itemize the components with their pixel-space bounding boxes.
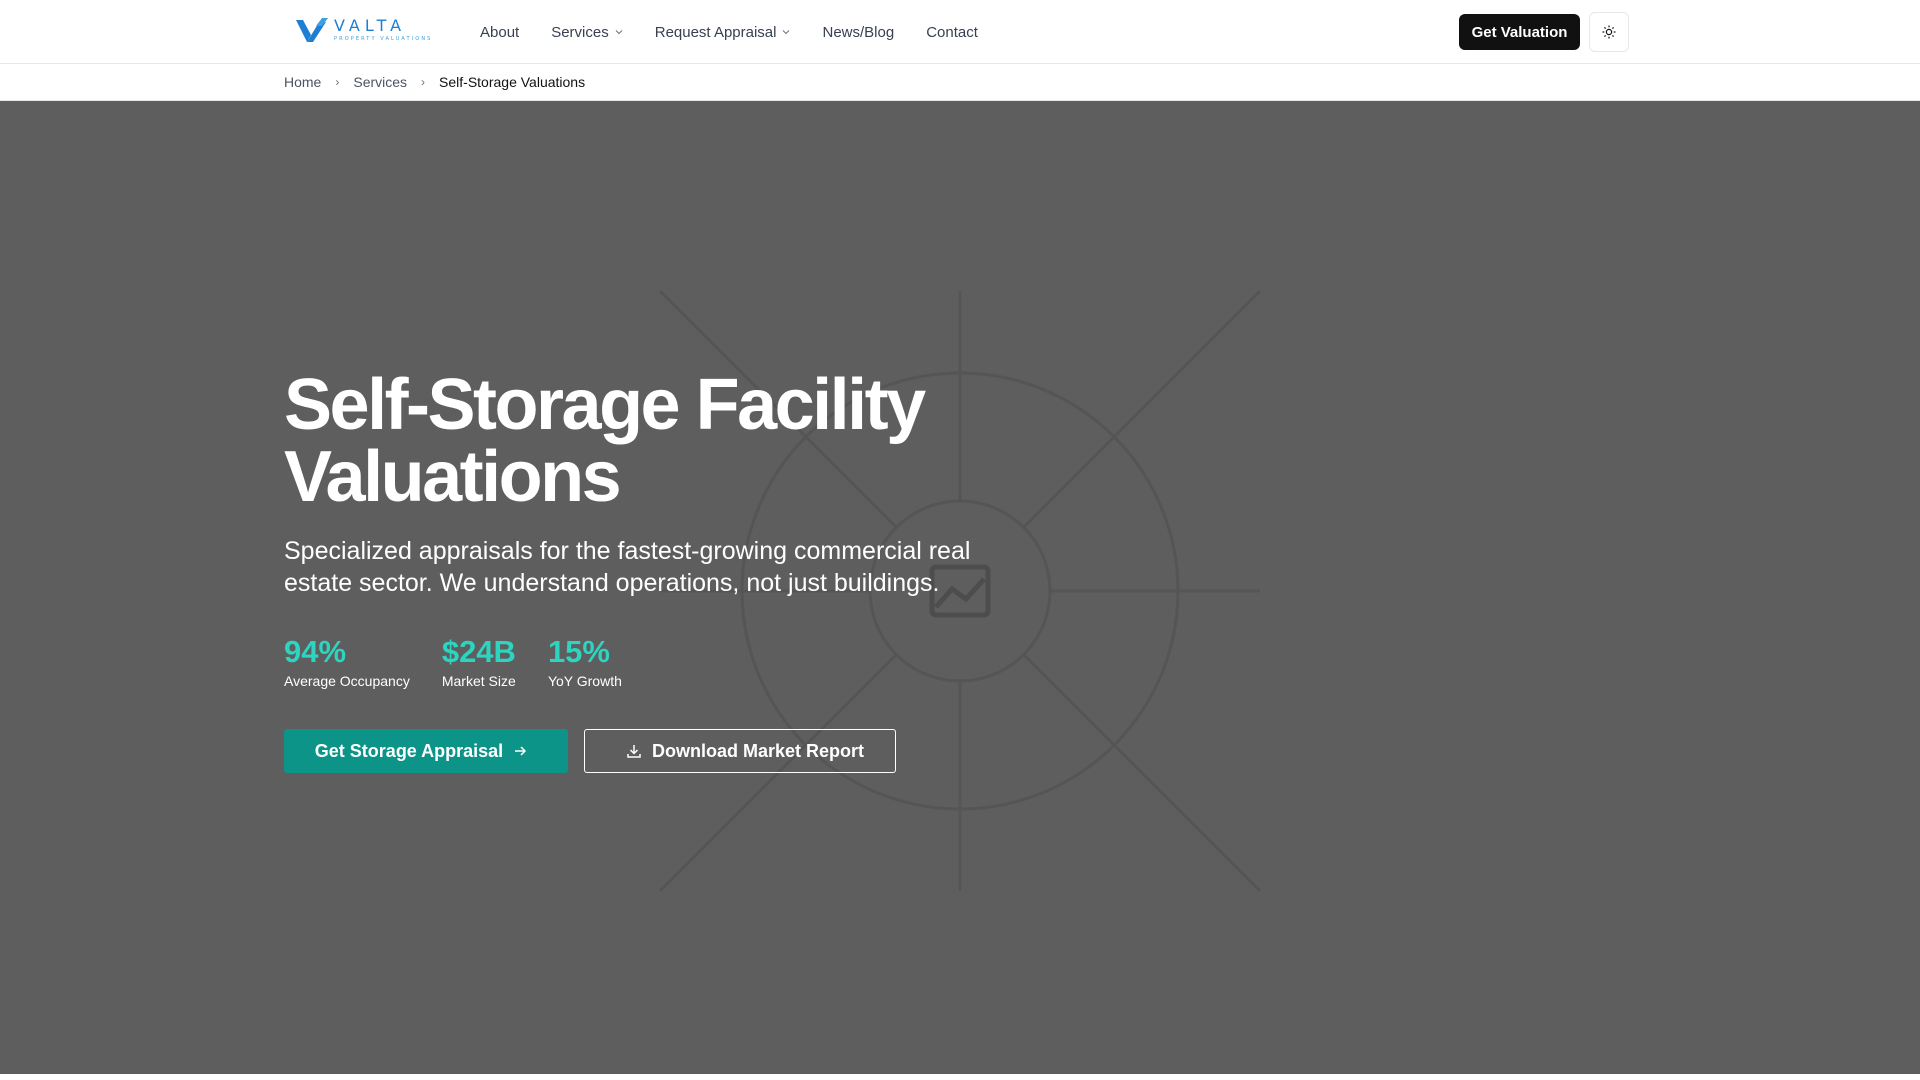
nav-request-appraisal-label: Request Appraisal [654,23,777,41]
breadcrumb-services[interactable]: Services [353,74,407,90]
stat-yoy-growth: 15% YoY Growth [547,634,622,690]
title-line-1: Self-Storage Facility [284,365,926,445]
page-title: Self-Storage Facility Valuations [284,369,1044,513]
nav-about[interactable]: About [480,24,519,41]
nav-news-blog-label: News/Blog [822,23,895,41]
breadcrumb-home[interactable]: Home [284,74,321,90]
get-valuation-button[interactable]: Get Valuation [1459,14,1580,50]
logo-mark-icon [296,18,328,42]
get-storage-appraisal-button[interactable]: Get Storage Appraisal [284,729,568,773]
hero-actions: Get Storage Appraisal Download Market Re… [284,729,1044,773]
breadcrumb-current: Self-Storage Valuations [439,74,586,90]
stats-row: 94% Average Occupancy $24B Market Size 1… [284,634,1044,690]
app-root: VALTA PROPERTY VALUATIONS About Services… [0,0,1920,1080]
hero-content: Self-Storage Facility Valuations Special… [284,369,1044,773]
hero-section: Self-Storage Facility Valuations Special… [0,101,1920,1074]
nav-request-appraisal[interactable]: Request Appraisal [655,24,791,41]
stat-market-size: $24B Market Size [441,634,516,690]
breadcrumb: Home › Services › Self-Storage Valuation… [0,64,1920,101]
download-market-report-button[interactable]: Download Market Report [584,729,896,773]
main-nav: About Services Request Appraisal News/Bl… [480,0,1010,64]
title-line-2: Valuations [284,437,622,517]
download-icon [626,743,642,759]
stat-label: YoY Growth [547,673,622,689]
brand-tagline: PROPERTY VALUATIONS [334,36,433,42]
sun-icon [1602,25,1616,39]
stat-value: 94% [284,634,347,669]
theme-toggle-button[interactable] [1589,12,1629,52]
hero-subtitle: Specialized appraisals for the fastest-g… [284,537,971,597]
logo-text: VALTA PROPERTY VALUATIONS [334,18,432,42]
nav-about-label: About [480,23,520,41]
chevron-down-icon [783,30,790,35]
stat-value: 15% [547,634,610,669]
site-header: VALTA PROPERTY VALUATIONS About Services… [0,0,1920,64]
nav-contact[interactable]: Contact [926,24,978,41]
chevron-down-icon [615,30,623,35]
stat-label: Average Occupancy [284,673,410,689]
chevron-right-icon: › [421,75,426,89]
stat-label: Market Size [441,673,516,689]
nav-contact-label: Contact [926,23,978,41]
stat-value: $24B [441,634,516,669]
brand-name: VALTA [334,16,407,35]
stat-occupancy: 94% Average Occupancy [284,634,410,690]
download-market-report-label: Download Market Report [651,740,865,761]
get-storage-appraisal-label: Get Storage Appraisal [314,740,504,761]
brand-logo[interactable]: VALTA PROPERTY VALUATIONS [294,16,432,46]
arrow-right-icon [513,744,527,758]
chevron-right-icon: › [335,75,340,89]
nav-services[interactable]: Services [551,24,623,41]
nav-services-label: Services [551,23,609,41]
nav-news-blog[interactable]: News/Blog [822,24,894,41]
